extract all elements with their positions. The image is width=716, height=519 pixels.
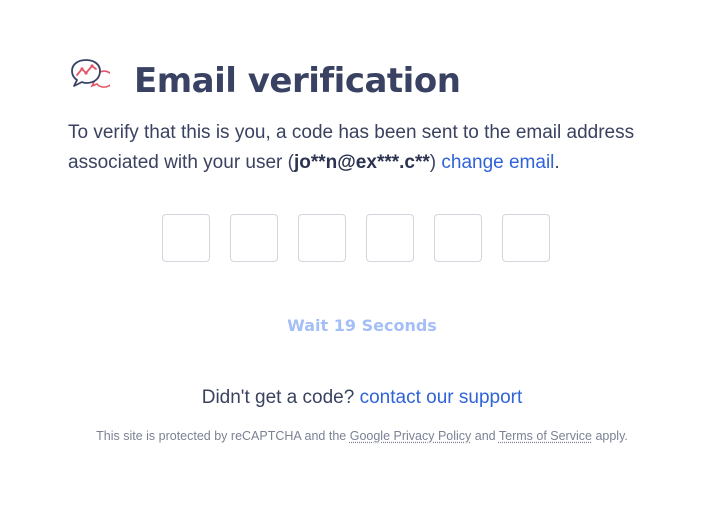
code-digit-2[interactable]: [230, 214, 278, 262]
verification-code-inputs: [162, 214, 550, 262]
contact-support-link[interactable]: contact our support: [360, 387, 523, 408]
privacy-policy-link[interactable]: Google Privacy Policy: [350, 429, 472, 443]
recaptcha-text: This site is protected by reCAPTCHA and …: [96, 429, 350, 443]
change-email-link[interactable]: change email: [441, 152, 554, 173]
verification-description: To verify that this is you, a code has b…: [68, 118, 668, 178]
code-digit-1[interactable]: [162, 214, 210, 262]
code-digit-5[interactable]: [434, 214, 482, 262]
page-title: Email verification: [134, 61, 461, 101]
logo-chat-chart-icon: [70, 58, 114, 92]
code-digit-3[interactable]: [298, 214, 346, 262]
recaptcha-and: and: [471, 429, 499, 443]
recaptcha-apply: apply.: [591, 429, 628, 443]
description-text-after: ): [429, 152, 442, 173]
recaptcha-notice: This site is protected by reCAPTCHA and …: [0, 427, 716, 445]
support-prompt: Didn't get a code? contact our support: [0, 384, 716, 412]
description-period: .: [554, 152, 560, 173]
code-digit-4[interactable]: [366, 214, 414, 262]
resend-wait-button[interactable]: Wait 19 Seconds: [0, 314, 716, 338]
support-prompt-text: Didn't get a code?: [201, 387, 360, 408]
masked-email: jo**n@ex***.c**: [294, 152, 430, 173]
code-digit-6[interactable]: [502, 214, 550, 262]
terms-of-service-link[interactable]: Terms of Service: [499, 429, 592, 443]
